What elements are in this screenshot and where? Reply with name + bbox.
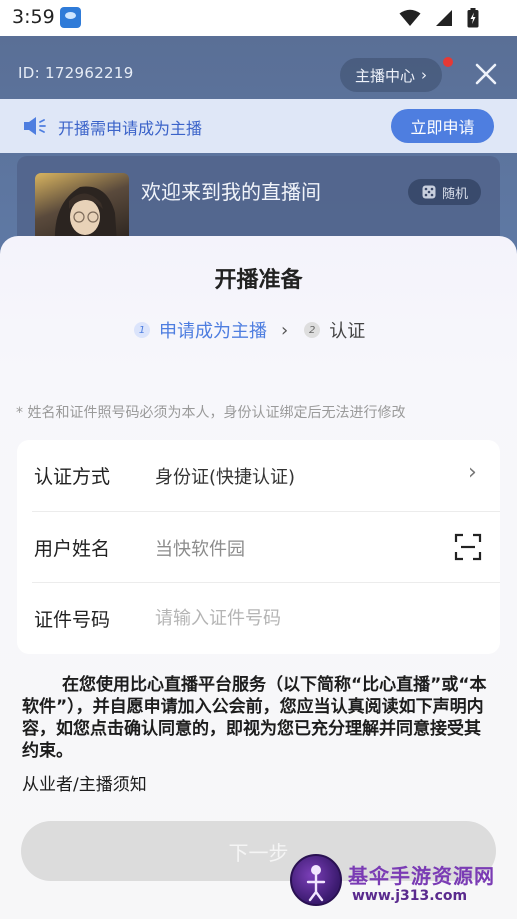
user-name-label: 用户姓名	[34, 538, 111, 560]
chevron-right-icon: ›	[468, 460, 477, 485]
step-number-1: 1	[134, 322, 150, 338]
agreement-text: 在您使用比心直播平台服务（以下简称“比心直播”或“本软件”），并自愿申请加入公会…	[22, 675, 487, 761]
step-label-apply-host: 申请成为主播	[159, 321, 267, 342]
site-watermark: 基伞手游资源网 www.j313.com	[290, 850, 512, 912]
user-name-field[interactable]: 当快软件园	[155, 535, 245, 561]
status-time: 3:59	[12, 6, 55, 28]
watermark-logo-icon	[290, 854, 342, 906]
watermark-url: www.j313.com	[352, 888, 468, 904]
practitioner-notice-link[interactable]: 从业者/主播须知	[22, 770, 147, 795]
sheet-title: 开播准备	[214, 268, 303, 293]
room-cover-avatar[interactable]	[35, 173, 129, 243]
id-number-label: 证件号码	[34, 609, 111, 631]
verify-method-label: 认证方式	[34, 466, 111, 488]
room-title[interactable]: 欢迎来到我的直播间	[141, 176, 321, 205]
dice-icon	[422, 185, 436, 199]
notification-dot	[443, 57, 453, 67]
avatar-illustration	[54, 186, 117, 243]
chevron-right-icon: ›	[421, 66, 427, 84]
random-title-button[interactable]: 随机	[408, 179, 481, 205]
user-id: ID: 172962219	[18, 64, 134, 82]
notice-text: 开播需申请成为主播	[58, 119, 203, 138]
step-indicator: 1 申请成为主播 › 2 认证	[134, 317, 365, 343]
step-label-verify: 认证	[329, 321, 366, 342]
random-label: 随机	[441, 186, 468, 202]
chevron-right-icon: ›	[281, 319, 289, 341]
id-number-input[interactable]	[155, 603, 455, 633]
host-center-button[interactable]: 主播中心 ›	[340, 58, 442, 92]
battery-charging-icon	[467, 8, 479, 28]
verify-method-row[interactable]: 认证方式 身份证(快捷认证) ›	[17, 440, 500, 511]
id-number-row: 证件号码	[17, 583, 500, 654]
status-bar: 3:59	[0, 0, 517, 36]
scan-icon[interactable]	[454, 533, 482, 561]
status-icons	[399, 8, 479, 28]
cell-signal-icon	[436, 10, 452, 26]
wifi-icon	[399, 9, 421, 26]
step-number-2: 2	[304, 322, 321, 338]
watermark-title: 基伞手游资源网	[348, 864, 495, 888]
apply-now-button[interactable]: 立即申请	[391, 109, 494, 143]
close-icon[interactable]	[472, 60, 500, 88]
verification-hint: * 姓名和证件照号码必须为本人，身份认证绑定后无法进行修改	[16, 405, 406, 421]
user-name-row: 用户姓名 当快软件园	[17, 512, 500, 583]
verify-method-value: 身份证(快捷认证)	[155, 467, 296, 488]
app-logo-icon	[60, 7, 81, 28]
speaker-icon	[24, 117, 46, 135]
host-center-label: 主播中心	[354, 66, 415, 85]
